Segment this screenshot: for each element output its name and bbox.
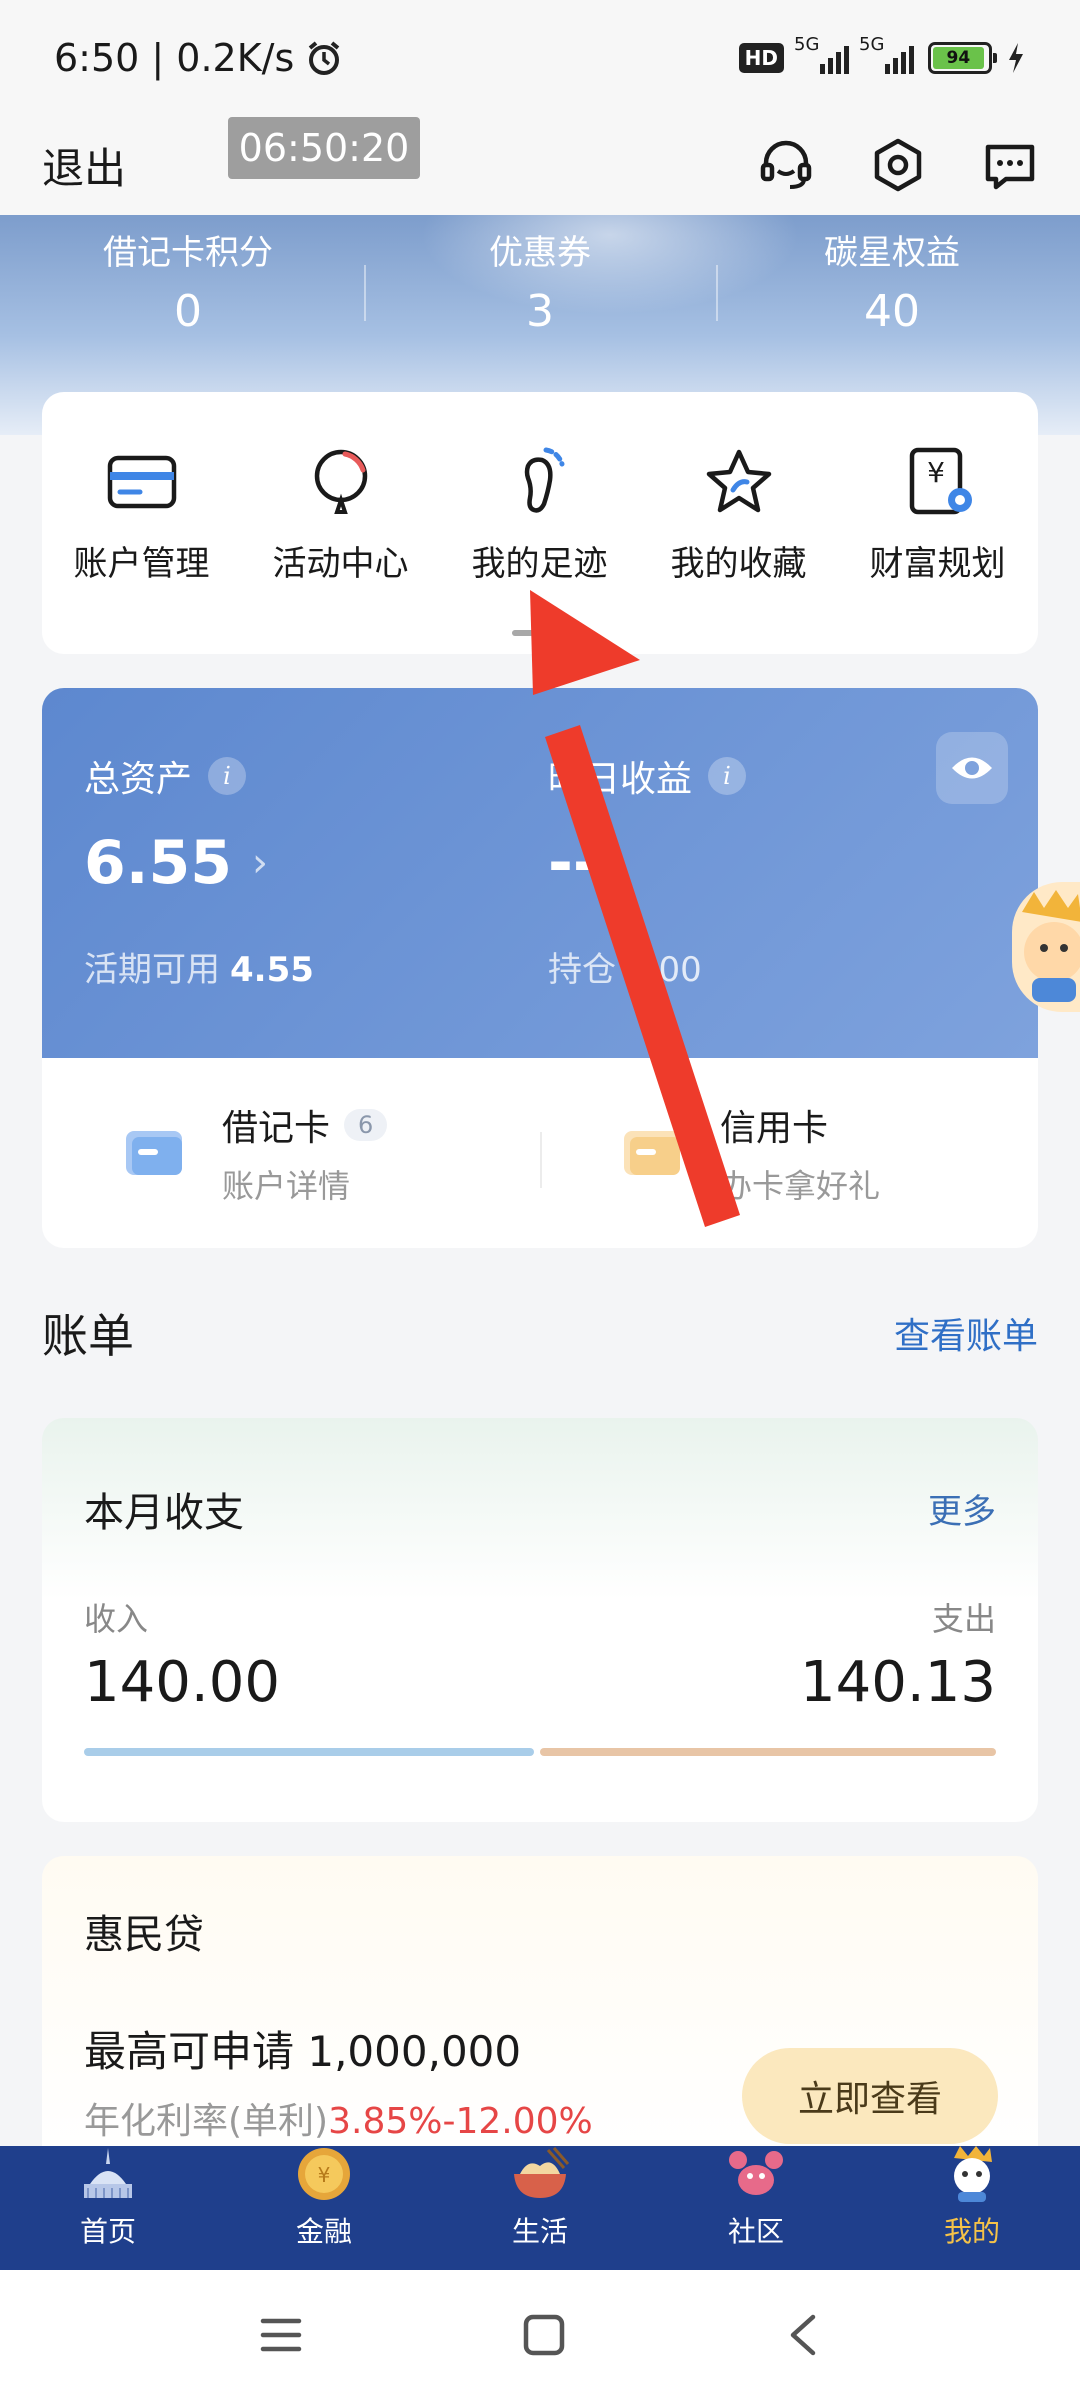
customer-service-icon[interactable] <box>758 137 814 193</box>
charging-icon <box>1009 42 1023 73</box>
income-value: 140.00 <box>84 1650 280 1715</box>
debit-card-icon <box>126 1131 182 1175</box>
settings-icon[interactable] <box>870 137 926 193</box>
quick-item-wealth[interactable]: ¥ 财富规划 <box>838 442 1037 585</box>
cards-row: 借记卡 6 账户详情 信用卡 办卡拿好礼 <box>42 1058 1038 1248</box>
bill-card-title: 本月收支 <box>84 1490 244 1536</box>
monthly-bill-card[interactable]: 本月收支 更多 收入 支出 140.00 140.13 <box>42 1418 1038 1822</box>
stat-points[interactable]: 借记卡积分 0 <box>12 225 364 337</box>
hd-badge: HD <box>738 42 784 73</box>
stat-coupons[interactable]: 优惠券 3 <box>364 225 716 337</box>
total-assets-value: 6.55 <box>84 828 233 898</box>
bill-section-title: 账单 <box>42 1309 134 1363</box>
current-available-value: 4.55 <box>230 950 314 990</box>
loan-title: 惠民贷 <box>84 1912 204 1958</box>
food-bowl-icon <box>508 2144 572 2204</box>
expense-bar <box>540 1748 996 1756</box>
message-icon[interactable] <box>982 137 1038 193</box>
total-assets[interactable]: 总资产 i 6.55 › 活期可用 4.55 <box>84 750 314 991</box>
loan-rate-value: 3.85%-12.00% <box>328 2101 593 2142</box>
tab-life[interactable]: 生活 <box>432 2146 648 2270</box>
logout-button[interactable]: 退出 <box>42 135 126 196</box>
income-label: 收入 <box>84 1600 149 1638</box>
coin-icon: ¥ <box>292 2144 356 2204</box>
home-button-icon[interactable] <box>522 2313 566 2357</box>
credit-card-entry[interactable]: 信用卡 办卡拿好礼 <box>540 1058 1038 1248</box>
info-icon[interactable]: i <box>208 757 247 795</box>
card-count-badge: 6 <box>344 1109 388 1141</box>
signal-icon: 5G <box>794 34 849 74</box>
asset-card: 总资产 i 6.55 › 活期可用 4.55 昨日收益 i -- 持仓 0.00 <box>42 688 1038 1058</box>
system-nav-bar <box>0 2270 1080 2400</box>
menu-icon[interactable] <box>259 2315 303 2355</box>
bill-section-header: 账单 查看账单 <box>42 1300 1038 1366</box>
timer-badge: 06:50:20 <box>228 117 420 179</box>
expense-label: 支出 <box>931 1600 996 1638</box>
status-time: 6:50 | 0.2K/s <box>54 35 295 80</box>
battery-icon: 94 <box>928 41 997 74</box>
info-icon[interactable]: i <box>708 757 747 795</box>
loan-card[interactable]: 惠民贷 最高可申请 1,000,000 年化利率(单利)3.85%-12.00%… <box>42 1856 1038 2156</box>
home-tower-icon <box>76 2144 140 2204</box>
stat-carbon[interactable]: 碳星权益 40 <box>716 225 1068 337</box>
balloon-icon <box>301 442 381 522</box>
tab-finance[interactable]: ¥ 金融 <box>216 2146 432 2270</box>
alarm-icon <box>308 40 340 75</box>
status-bar: 6:50 | 0.2K/s HD 5G 5G 94 <box>0 0 1080 115</box>
crab-icon <box>724 2144 788 2204</box>
svg-text:¥: ¥ <box>927 456 945 489</box>
scroll-indicator <box>512 630 568 636</box>
tab-mine[interactable]: 我的 <box>864 2146 1080 2270</box>
quick-item-favorites[interactable]: 我的收藏 <box>639 442 838 585</box>
signal-icon-2: 5G <box>859 34 914 74</box>
mascot-float-icon[interactable] <box>1012 882 1080 1012</box>
view-now-button[interactable]: 立即查看 <box>742 2048 998 2144</box>
holding-value: 0.00 <box>626 950 702 990</box>
view-bill-link[interactable]: 查看账单 <box>894 1307 1038 1359</box>
chevron-right-icon: › <box>252 840 269 886</box>
quick-item-activity[interactable]: 活动中心 <box>241 442 440 585</box>
yesterday-earnings-value: -- <box>548 828 598 898</box>
income-bar <box>84 1748 534 1756</box>
footprint-icon <box>500 442 580 522</box>
wealth-icon: ¥ <box>898 442 978 522</box>
quick-menu: 账户管理 活动中心 我的足迹 我的收藏 ¥ 财富规划 <box>42 392 1038 654</box>
tab-home[interactable]: 首页 <box>0 2146 216 2270</box>
yesterday-earnings[interactable]: 昨日收益 i -- 持仓 0.00 <box>548 750 747 991</box>
star-icon <box>699 442 779 522</box>
header: 退出 06:50:20 <box>0 115 1080 215</box>
quick-item-account[interactable]: 账户管理 <box>42 442 241 585</box>
bottom-tab-bar: 首页 ¥ 金融 生活 社区 我的 <box>0 2146 1080 2270</box>
back-icon[interactable] <box>785 2313 821 2357</box>
loan-max-amount: 最高可申请 1,000,000 <box>84 2027 522 2076</box>
debit-card-entry[interactable]: 借记卡 6 账户详情 <box>42 1058 540 1248</box>
card-icon <box>102 442 182 522</box>
tab-community[interactable]: 社区 <box>648 2146 864 2270</box>
credit-card-icon <box>624 1131 680 1175</box>
mascot-icon <box>940 2144 1004 2204</box>
svg-text:¥: ¥ <box>318 2163 331 2187</box>
loan-rate: 年化利率(单利)3.85%-12.00% <box>84 2101 593 2142</box>
eye-icon[interactable] <box>936 732 1008 804</box>
expense-value: 140.13 <box>800 1650 996 1715</box>
bill-more-link[interactable]: 更多 <box>928 1484 996 1533</box>
quick-item-footprint[interactable]: 我的足迹 <box>440 442 639 585</box>
